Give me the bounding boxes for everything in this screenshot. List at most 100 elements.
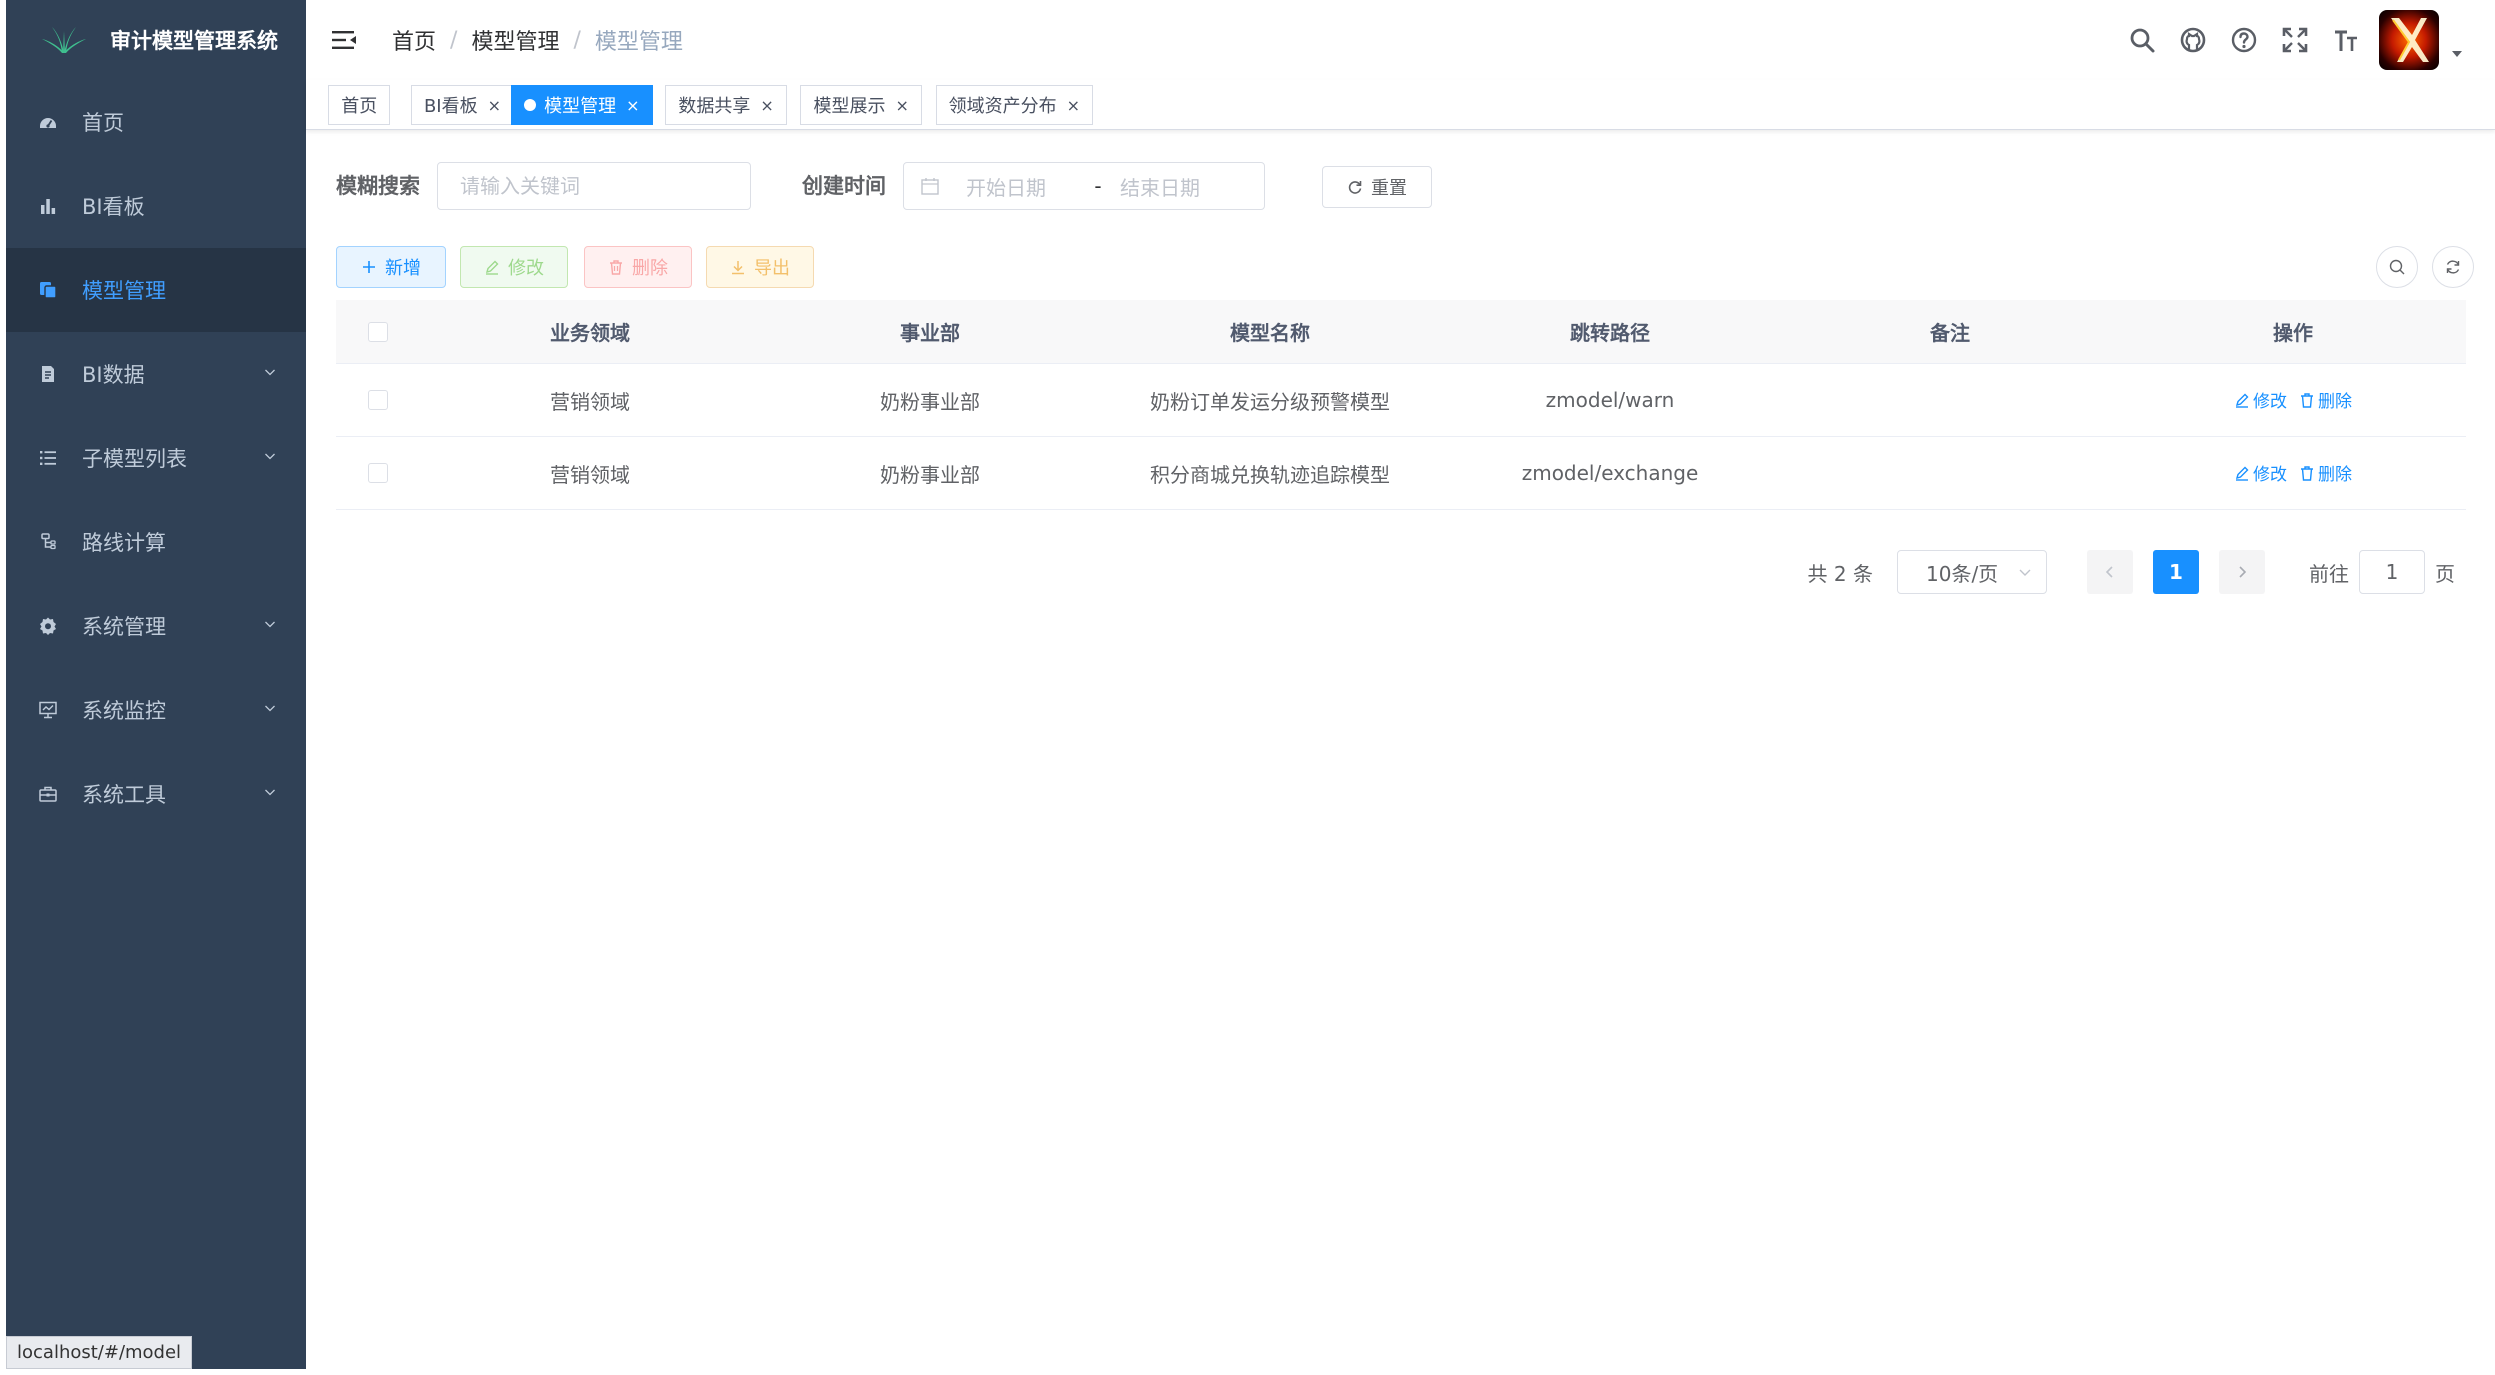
row-edit-label: 修改 xyxy=(2253,392,2287,413)
sidebar-item-2[interactable]: 模型管理 xyxy=(6,248,306,332)
sidebar-item-1[interactable]: BI看板 xyxy=(6,164,306,248)
cell-name: 积分商城兑换轨迹追踪模型 xyxy=(1150,462,1390,487)
delete-button[interactable]: 删除 xyxy=(584,246,692,288)
start-date-input[interactable]: 开始日期 xyxy=(966,172,1076,201)
row-checkbox[interactable] xyxy=(368,390,388,410)
help-tool[interactable] xyxy=(2218,0,2269,80)
hamburger-icon[interactable] xyxy=(330,26,358,54)
cell-operation: 修改 删除 xyxy=(2120,387,2466,413)
column-header-division: 事业部 xyxy=(900,321,960,345)
page-size-select[interactable]: 10条/页 xyxy=(1897,550,2047,594)
row-edit-button[interactable]: 修改 xyxy=(2234,460,2287,485)
column-header-path: 跳转路径 xyxy=(1570,321,1650,345)
refresh-icon xyxy=(2446,260,2460,274)
keyword-input[interactable] xyxy=(438,163,750,209)
keyword-label: 模糊搜索 xyxy=(336,174,420,198)
sidebar-item-8[interactable]: 系统工具 xyxy=(6,752,306,836)
goto-prefix: 前往 xyxy=(2309,561,2349,586)
sidebar-item-label: BI看板 xyxy=(82,195,145,219)
sidebar: 审计模型管理系统 首页 BI看板模型管理 BI数据子模型列表 路线计算 系统管理系统监控… xyxy=(6,0,306,1369)
sidebar-item-4[interactable]: 子模型列表 xyxy=(6,416,306,500)
column-header-operation: 操作 xyxy=(2273,321,2313,345)
tag-0[interactable]: 首页 xyxy=(328,85,391,125)
pagination-total: 共 2 条 xyxy=(1807,561,1873,586)
close-icon[interactable]: × xyxy=(488,96,501,115)
tag-4[interactable]: 模型展示 × xyxy=(800,85,922,125)
sidebar-item-5[interactable]: 路线计算 xyxy=(6,500,306,584)
refresh-table-button[interactable] xyxy=(2432,246,2474,288)
breadcrumb: 首页 / 模型管理 / 模型管理 xyxy=(392,24,683,56)
goto-page-input[interactable]: 1 xyxy=(2359,550,2425,594)
fullscreen-tool[interactable] xyxy=(2269,0,2320,80)
table-row[interactable]: 营销领域 奶粉事业部 奶粉订单发运分级预警模型 zmodel/warn 修改 删除 xyxy=(336,364,2466,437)
select-all-checkbox[interactable] xyxy=(368,321,388,342)
plus-icon xyxy=(363,261,375,273)
prev-page-button[interactable] xyxy=(2087,550,2133,594)
date-range-picker[interactable]: 开始日期 - 结束日期 xyxy=(903,162,1265,210)
column-header-remark: 备注 xyxy=(1930,321,1970,345)
calendar-icon xyxy=(921,178,939,195)
tag-2[interactable]: 模型管理 × xyxy=(511,85,653,125)
avatar[interactable] xyxy=(2379,10,2439,70)
sidebar-item-label: 系统监控 xyxy=(82,699,166,723)
cell-division: 奶粉事业部 xyxy=(880,389,980,414)
app-title: 审计模型管理系统 xyxy=(110,29,278,53)
table-header: 业务领域 事业部 模型名称 跳转路径 备注 操作 xyxy=(336,300,2466,364)
close-icon[interactable]: × xyxy=(1067,96,1080,115)
keyword-input-wrapper xyxy=(437,162,751,210)
tag-3[interactable]: 数据共享 × xyxy=(665,85,787,125)
logo[interactable]: 审计模型管理系统 xyxy=(6,0,306,80)
edit-button[interactable]: 修改 xyxy=(460,246,568,288)
edit-icon xyxy=(2235,393,2249,408)
close-icon[interactable]: × xyxy=(626,96,639,115)
sidebar-item-7[interactable]: 系统监控 xyxy=(6,668,306,752)
font-size-tool[interactable] xyxy=(2320,0,2371,80)
search-icon xyxy=(2130,28,2154,53)
row-delete-button[interactable]: 删除 xyxy=(2299,460,2352,485)
chevron-left-icon xyxy=(2105,566,2113,578)
next-page-button[interactable] xyxy=(2219,550,2265,594)
github-tool[interactable] xyxy=(2167,0,2218,80)
search-tool[interactable] xyxy=(2116,0,2167,80)
chevron-down-icon xyxy=(265,705,275,712)
column-header-domain: 业务领域 xyxy=(550,321,630,345)
row-delete-button[interactable]: 删除 xyxy=(2299,387,2352,412)
tag-1[interactable]: BI看板 × xyxy=(410,85,515,125)
toolbox-icon xyxy=(36,782,60,806)
sidebar-item-label: BI数据 xyxy=(82,363,145,387)
sidebar-item-0[interactable]: 首页 xyxy=(6,80,306,164)
close-icon[interactable]: × xyxy=(760,96,773,115)
close-icon[interactable]: × xyxy=(895,96,908,115)
breadcrumb-model-management[interactable]: 模型管理 xyxy=(471,24,559,56)
row-edit-button[interactable]: 修改 xyxy=(2234,387,2287,412)
cell-domain: 营销领域 xyxy=(550,462,630,487)
app-root: 审计模型管理系统 首页 BI看板 模型管理 BI数据 子模型列表 路线计算 系统管理 系统监控… xyxy=(0,0,2495,1375)
chevron-down-icon xyxy=(265,789,275,796)
row-checkbox[interactable] xyxy=(368,463,388,483)
caret-down-icon[interactable] xyxy=(2449,46,2465,62)
chevron-down-icon xyxy=(265,453,275,460)
add-label: 新增 xyxy=(385,258,421,279)
end-date-input[interactable]: 结束日期 xyxy=(1120,172,1230,201)
sidebar-item-6[interactable]: 系统管理 xyxy=(6,584,306,668)
edit-label: 修改 xyxy=(508,258,544,279)
toggle-search-button[interactable] xyxy=(2376,246,2418,288)
reset-button[interactable]: 重置 xyxy=(1322,166,1432,208)
sidebar-item-3[interactable]: BI数据 xyxy=(6,332,306,416)
tag-5[interactable]: 领域资产分布 × xyxy=(935,85,1094,125)
reset-label: 重置 xyxy=(1371,178,1407,199)
refresh-icon xyxy=(1348,181,1362,194)
export-label: 导出 xyxy=(754,258,790,279)
breadcrumb-separator: / xyxy=(450,27,458,53)
logo-icon xyxy=(42,27,86,53)
tag-label: 领域资产分布 xyxy=(948,96,1057,117)
cell-path: zmodel/warn xyxy=(1545,388,1675,412)
chevron-down-icon xyxy=(265,369,275,376)
add-button[interactable]: 新增 xyxy=(336,246,446,288)
export-button[interactable]: 导出 xyxy=(706,246,814,288)
breadcrumb-home[interactable]: 首页 xyxy=(392,24,436,56)
page-number-button[interactable]: 1 xyxy=(2153,550,2199,594)
list-icon xyxy=(36,446,60,470)
sidebar-item-label: 系统工具 xyxy=(82,783,166,807)
table-row[interactable]: 营销领域 奶粉事业部 积分商城兑换轨迹追踪模型 zmodel/exchange 修改 删除 xyxy=(336,437,2466,510)
